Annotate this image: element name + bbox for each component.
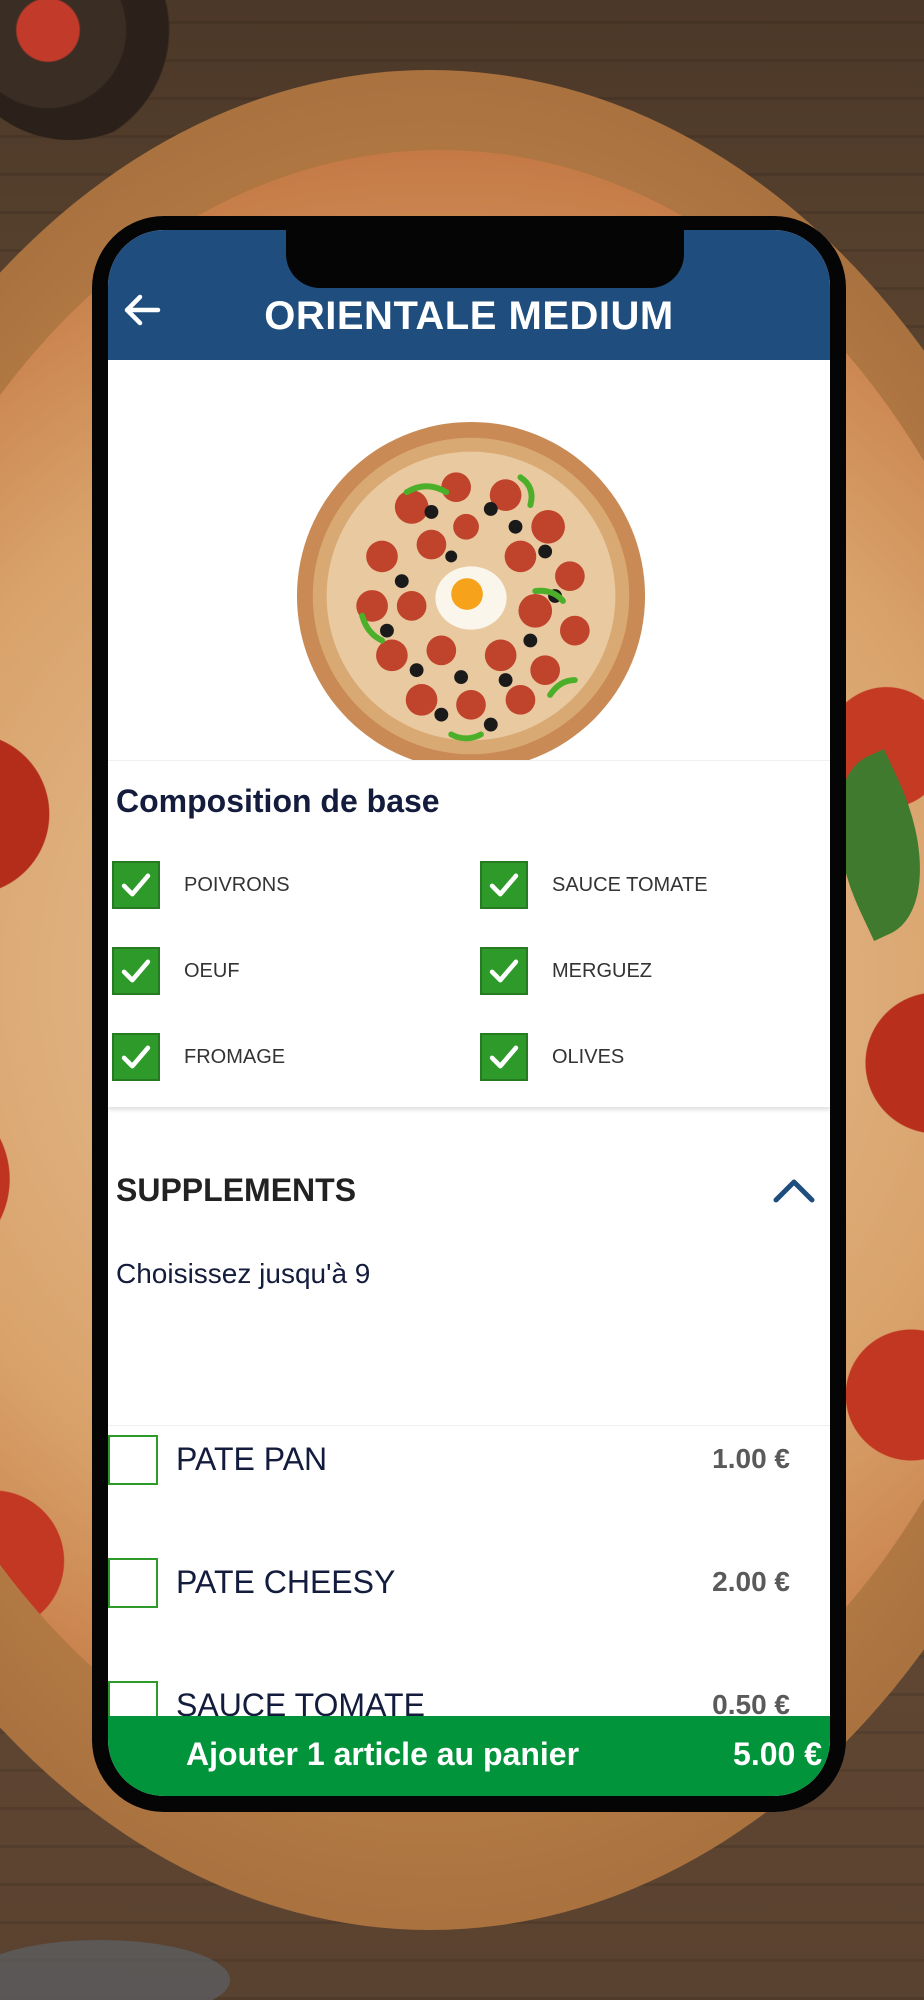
background-plate (0, 1940, 230, 2000)
ingredient-label: FROMAGE (184, 1046, 286, 1068)
ingredient-item[interactable]: OLIVES (480, 1033, 800, 1083)
chevron-up-icon (773, 1179, 815, 1203)
composition-title: Composition de base (116, 783, 440, 819)
divider (108, 1425, 830, 1426)
base-composition-section: Composition de base POIVRONS SAUCE TOMAT… (108, 760, 830, 1107)
supplement-item[interactable]: PATE CHEESY 2.00 € (108, 1558, 830, 1638)
background-bowl (0, 0, 180, 140)
ingredient-item[interactable]: SAUCE TOMATE (480, 861, 800, 911)
phone-notch (286, 230, 684, 288)
checkbox-unchecked[interactable] (108, 1435, 158, 1485)
checkmark-icon (121, 959, 151, 983)
pizza-image (296, 421, 646, 771)
checkbox-checked[interactable] (480, 1033, 528, 1081)
page-title: ORIENTALE MEDIUM (264, 294, 674, 338)
supplements-title: SUPPLEMENTS (116, 1172, 357, 1208)
supplements-subtitle: Choisissez jusqu'à 9 (116, 1258, 371, 1289)
checkmark-icon (121, 1045, 151, 1069)
ingredient-item[interactable]: MERGUEZ (480, 947, 800, 997)
supplement-item[interactable]: PATE PAN 1.00 € (108, 1435, 830, 1515)
checkbox-checked[interactable] (480, 947, 528, 995)
checkbox-checked[interactable] (112, 1033, 160, 1081)
checkmark-icon (489, 873, 519, 897)
supplement-name: PATE PAN (176, 1441, 328, 1477)
ingredient-item[interactable]: OEUF (112, 947, 432, 997)
ingredient-label: SAUCE TOMATE (552, 874, 708, 896)
checkbox-checked[interactable] (112, 947, 160, 995)
supplement-name: PATE CHEESY (176, 1564, 396, 1600)
checkmark-icon (121, 873, 151, 897)
product-image-area (108, 360, 830, 771)
phone-screen: ORIENTALE MEDIUM Composition de base POI… (108, 230, 830, 1796)
collapse-button[interactable] (772, 1174, 816, 1204)
supplement-price: 1.00 € (712, 1443, 790, 1474)
ingredient-label: POIVRONS (184, 874, 290, 896)
ingredient-item[interactable]: POIVRONS (112, 861, 432, 911)
checkmark-icon (489, 959, 519, 983)
checkmark-icon (489, 1045, 519, 1069)
cart-total-price: 5.00 € (733, 1736, 822, 1772)
checkbox-checked[interactable] (480, 861, 528, 909)
ingredient-label: MERGUEZ (552, 960, 652, 982)
supplement-price: 2.00 € (712, 1566, 790, 1597)
ingredient-label: OLIVES (552, 1046, 625, 1068)
phone-frame: ORIENTALE MEDIUM Composition de base POI… (92, 216, 846, 1812)
checkbox-unchecked[interactable] (108, 1558, 158, 1608)
supplements-header[interactable]: SUPPLEMENTS Choisissez jusqu'à 9 (108, 1126, 830, 1356)
add-to-cart-label: Ajouter 1 article au panier (186, 1736, 580, 1772)
ingredient-item[interactable]: FROMAGE (112, 1033, 432, 1083)
ingredient-label: OEUF (184, 960, 240, 982)
checkbox-checked[interactable] (112, 861, 160, 909)
add-to-cart-button[interactable]: Ajouter 1 article au panier 5.00 € (108, 1716, 830, 1796)
